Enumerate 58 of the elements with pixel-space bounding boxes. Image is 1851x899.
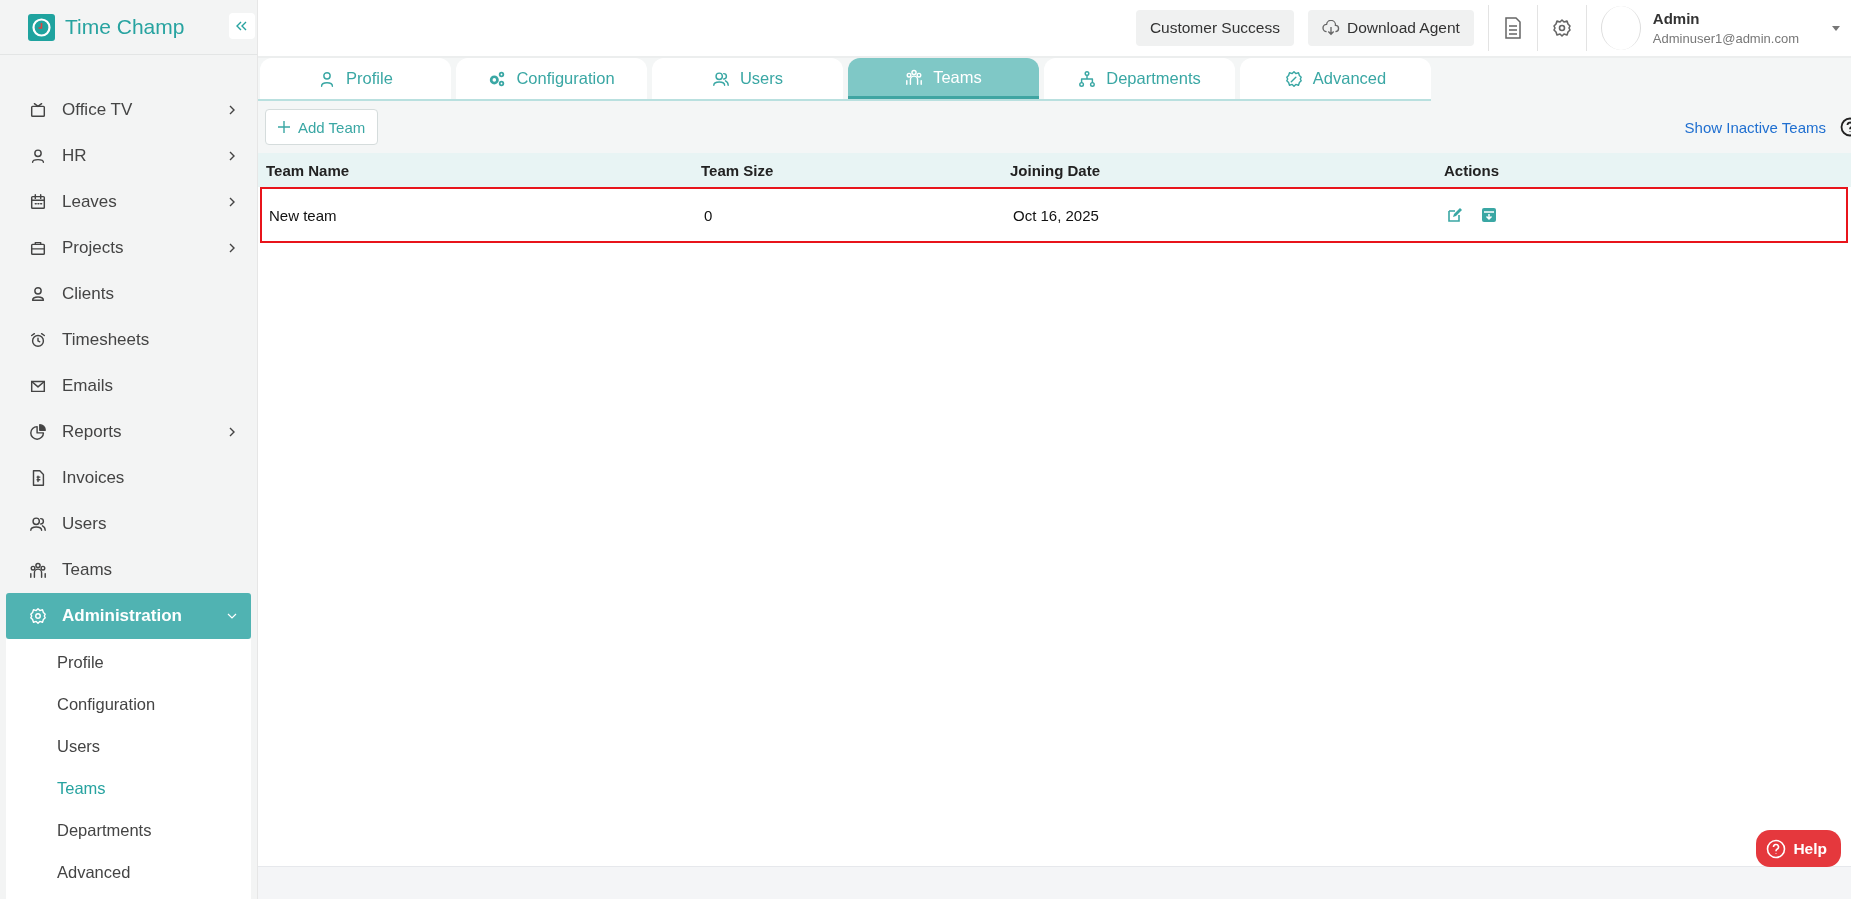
table-cell: Oct 16, 2025 (1013, 206, 1099, 224)
submenu-item[interactable]: Advanced (6, 851, 251, 893)
team-icon (905, 68, 924, 86)
chevron-right-icon (227, 427, 237, 437)
team-icon (29, 561, 47, 579)
user-email: Adminuser1@admin.com (1652, 31, 1799, 46)
double-chevron-left-icon (235, 21, 249, 31)
sidebar-item[interactable]: Projects (6, 225, 251, 271)
pie-chart-icon (29, 423, 47, 441)
collapse-button[interactable] (229, 13, 255, 39)
sidebar-item[interactable]: Office TV (6, 87, 251, 133)
edit-icon[interactable] (1447, 207, 1463, 223)
person-icon (29, 285, 47, 303)
table-cell: 0 (704, 206, 713, 224)
download-button[interactable]: Download Agent (1307, 10, 1474, 46)
header-button[interactable]: Customer Success (1135, 10, 1294, 46)
sidebar-item[interactable]: Timesheets (6, 317, 251, 363)
user-name: Admin (1652, 10, 1701, 27)
briefcase-icon (29, 239, 47, 257)
brand-name: Time Champ (65, 15, 185, 39)
sidebar-item[interactable]: Teams (6, 547, 251, 593)
sidebar-item[interactable]: Users (6, 501, 251, 547)
table-cell: New team (269, 206, 337, 224)
sidebar-item[interactable]: Emails (6, 363, 251, 409)
help-button[interactable]: Help (1756, 830, 1841, 867)
submenu-item[interactable]: Profile (6, 641, 251, 683)
chevron-down-icon (227, 611, 237, 621)
chevron-right-icon (227, 105, 237, 115)
column-header: Actions (1444, 161, 1499, 179)
plus-icon (278, 121, 290, 133)
column-header: Team Size (701, 161, 774, 179)
question-icon (1766, 838, 1787, 859)
hierarchy-icon (1078, 69, 1097, 88)
tv-icon (29, 101, 47, 119)
sidebar-item[interactable]: Leaves (6, 179, 251, 225)
gears-icon (488, 69, 507, 88)
submenu-item[interactable]: Departments (6, 809, 251, 851)
column-header: Team Name (266, 161, 350, 179)
chevron-right-icon (227, 243, 237, 253)
archive-icon[interactable] (1481, 207, 1497, 223)
sidebar-item[interactable]: Clients (6, 271, 251, 317)
sidebar-item[interactable]: HR (6, 133, 251, 179)
chevron-right-icon (227, 197, 237, 207)
chevron-right-icon (227, 151, 237, 161)
calendar-icon (29, 193, 47, 211)
users-icon (29, 515, 47, 533)
column-header: Joining Date (1010, 161, 1100, 179)
submenu-item[interactable]: Configuration (6, 683, 251, 725)
users-icon (711, 69, 730, 88)
sidebar-item[interactable]: Reports (6, 409, 251, 455)
person-icon (29, 147, 47, 165)
submenu-item[interactable]: Users (6, 725, 251, 767)
cloud-download-icon (1321, 20, 1340, 36)
gear-icon (29, 607, 47, 625)
alarm-clock-icon (29, 331, 47, 349)
logo-icon (28, 13, 55, 41)
sidebar-item[interactable]: Invoices (6, 455, 251, 501)
caret-icon[interactable] (1831, 24, 1841, 32)
